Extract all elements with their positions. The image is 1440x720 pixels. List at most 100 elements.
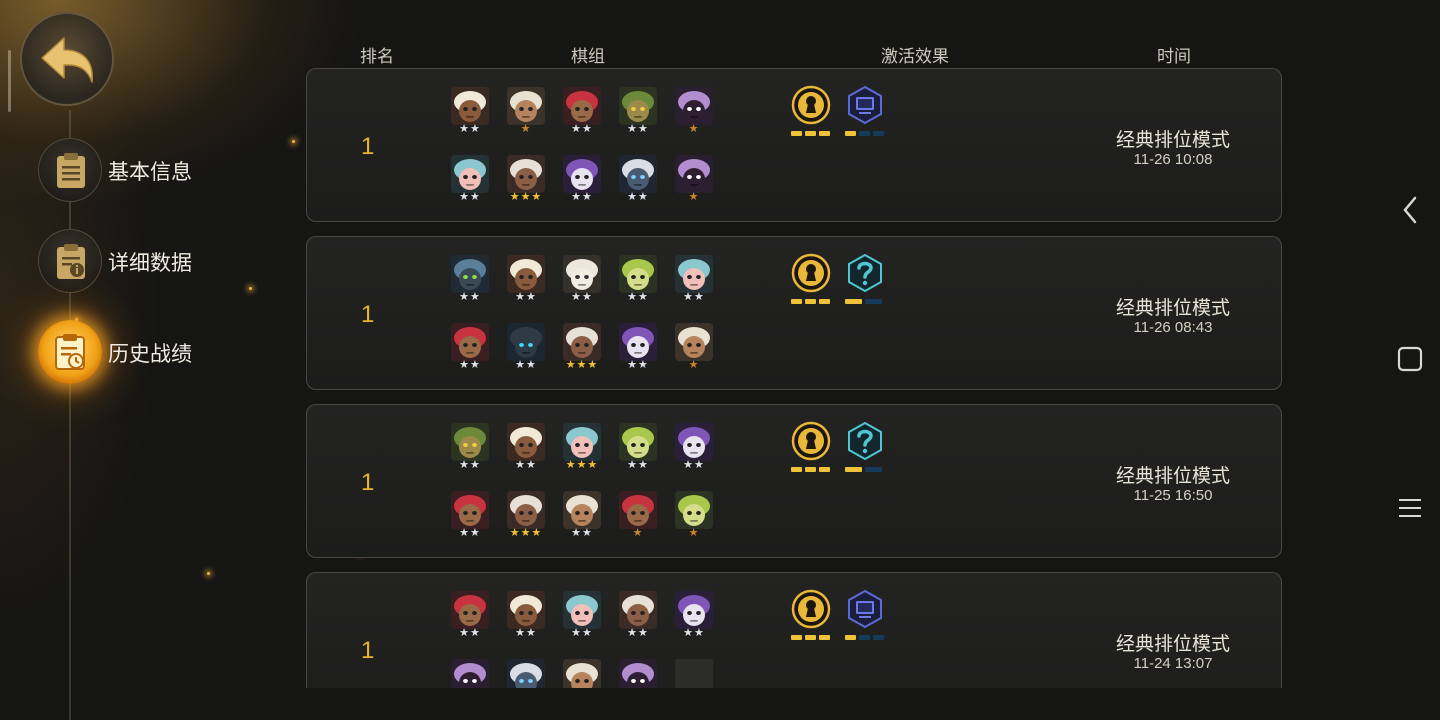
keyhole-badge-icon [791,589,831,629]
synergy-level-bar [819,131,830,136]
synergy-level-bar [805,635,816,640]
sidebar-scrollbar[interactable] [8,50,11,112]
synergy-badge[interactable] [791,85,831,139]
unit-green-goblin[interactable]: ★★ [451,423,489,473]
unit-turban-warrior[interactable]: ★★ [507,423,545,473]
match-record-card[interactable]: 1 ★★ ★★ ★★ ★★ ★★ [306,236,1282,390]
sidebar-item-match-history[interactable]: 历史战绩 [38,320,258,386]
unit-red-demon[interactable]: ★★ [451,491,489,541]
sidebar-item-basic-info[interactable]: 基本信息 [38,138,258,204]
unit-purple-witch[interactable]: ★★ [675,591,713,641]
unit-white-beard-elder[interactable]: ★ [675,323,713,373]
unit-dark-knight[interactable] [507,659,545,688]
synergy-badge[interactable] [845,421,885,475]
system-menu-button[interactable] [1380,478,1440,538]
star-rating: ★★ [571,627,593,639]
empty-unit-slot [675,659,713,688]
unit-teal-hood[interactable]: ★★ [451,155,489,205]
bald-brute-portrait-icon [563,323,601,361]
synergy-level-bars [845,635,885,641]
star-rating: ★★ [515,359,537,371]
star-rating: ★★ [571,291,593,303]
synergy-badge[interactable] [791,589,831,643]
star-rating: ★★★ [509,191,543,203]
system-home-button[interactable] [1380,329,1440,389]
unit-white-beard-elder[interactable] [563,659,601,688]
unit-cyan-helmet[interactable]: ★★ [507,323,545,373]
unit-purple-masked[interactable] [619,659,657,688]
unit-green-sprout[interactable]: ★★ [619,423,657,473]
sidebar-item-detailed-data[interactable]: 详细数据 [38,229,258,295]
unit-bald-brute[interactable]: ★★ [619,591,657,641]
unit-dark-knight[interactable]: ★★ [619,155,657,205]
unit-red-demon[interactable]: ★ [619,491,657,541]
unit-white-beard-elder[interactable]: ★★ [563,491,601,541]
unit-purple-witch[interactable]: ★★ [563,155,601,205]
sidebar-item-label: 基本信息 [108,161,192,184]
star-rating: ★★ [683,627,705,639]
unit-turban-warrior[interactable]: ★★ [507,255,545,305]
unit-blue-robot[interactable]: ★★ [451,255,489,305]
synergy-level-bar [873,635,884,640]
unit-teal-hood[interactable]: ★★ [563,591,601,641]
teal-hood-portrait-icon [675,255,713,293]
menu-icon-circle [38,138,102,202]
star-rating: ★ [688,191,700,203]
star-rating: ★★ [515,459,537,471]
dark-knight-portrait-icon [507,659,545,688]
unit-turban-warrior[interactable]: ★★ [507,591,545,641]
unit-red-demon[interactable]: ★★ [451,323,489,373]
unit-red-demon[interactable]: ★★ [451,591,489,641]
unit-teal-hood[interactable]: ★★★ [563,423,601,473]
synergy-level-bar [865,467,882,472]
red-demon-portrait-icon [619,491,657,529]
game-screen: 基本信息 详细数据 历史战绩 排名 棋组 激活效果 时间 1 ★★ ★ ★★ ★… [0,0,1440,720]
match-record-card[interactable]: 1 ★★ ★★ ★★ ★★ ★★ [306,572,1282,688]
synergy-badge[interactable] [845,253,885,307]
synergy-badge[interactable] [791,421,831,475]
white-ghost-portrait-icon [563,255,601,293]
unit-teal-hood[interactable]: ★★ [675,255,713,305]
purple-witch-portrait-icon [675,423,713,461]
bald-brute-portrait-icon [507,155,545,193]
unit-white-ghost[interactable]: ★★ [563,255,601,305]
white-beard-elder-portrait-icon [563,491,601,529]
star-rating: ★★ [459,459,481,471]
unit-purple-masked[interactable]: ★ [675,155,713,205]
purple-masked-portrait-icon [675,155,713,193]
star-rating: ★★ [459,291,481,303]
unit-green-sprout[interactable]: ★ [675,491,713,541]
system-back-button[interactable] [1380,180,1440,240]
unit-white-beard-elder[interactable]: ★ [507,87,545,137]
red-demon-portrait-icon [563,87,601,125]
unit-bald-brute[interactable]: ★★★ [563,323,601,373]
synergy-badge[interactable] [791,253,831,307]
match-history-list[interactable]: 1 ★★ ★ ★★ ★★ ★ ★★ ★★★ ★★ ★★ ★ 经典排位模式 11-… [306,68,1284,688]
green-sprout-portrait-icon [619,423,657,461]
star-rating: ★★ [571,123,593,135]
unit-purple-witch[interactable]: ★★ [619,323,657,373]
synergy-badge[interactable] [845,589,885,643]
star-rating: ★★ [459,191,481,203]
unit-purple-witch[interactable]: ★★ [675,423,713,473]
unit-purple-masked[interactable]: ★ [675,87,713,137]
back-button[interactable] [20,12,114,106]
column-header-lineup: 棋组 [571,47,605,66]
unit-green-sprout[interactable]: ★★ [619,255,657,305]
synergy-badge[interactable] [845,85,885,139]
game-mode-label: 经典排位模式 [1115,298,1230,319]
star-rating: ★★ [683,459,705,471]
unit-green-goblin[interactable]: ★★ [619,87,657,137]
game-mode-label: 经典排位模式 [1115,634,1230,655]
unit-bald-brute[interactable]: ★★★ [507,491,545,541]
unit-turban-warrior[interactable]: ★★ [451,87,489,137]
match-record-card[interactable]: 1 ★★ ★ ★★ ★★ ★ ★★ ★★★ ★★ ★★ ★ 经典排位模式 11-… [306,68,1282,222]
unit-purple-masked[interactable] [451,659,489,688]
screen-badge-icon [845,85,885,125]
keyhole-badge-icon [791,85,831,125]
match-record-card[interactable]: 1 ★★ ★★ ★★★ ★★ ★★ ★★ ★★★ ★★ ★ ★ 经典排位模式 1… [306,404,1282,558]
unit-bald-brute[interactable]: ★★★ [507,155,545,205]
synergy-level-bar [805,467,816,472]
unit-red-demon[interactable]: ★★ [563,87,601,137]
teal-hood-portrait-icon [563,591,601,629]
